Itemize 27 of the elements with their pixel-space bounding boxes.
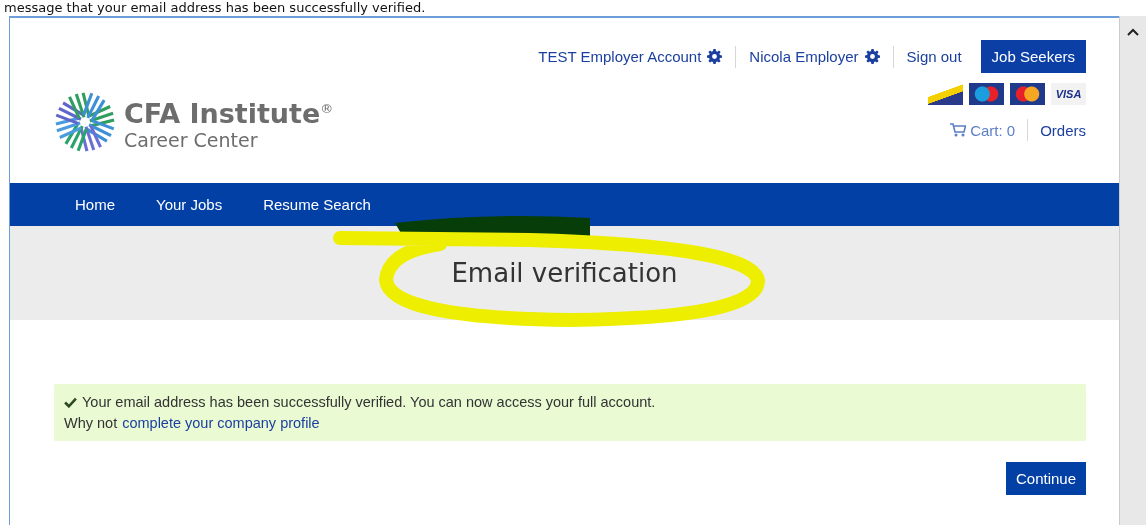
pinwheel-logo-icon (54, 91, 116, 153)
continue-button[interactable]: Continue (1005, 462, 1086, 495)
profile-link[interactable]: complete your company profile (122, 415, 320, 431)
nav-link[interactable]: Home (75, 196, 115, 213)
alert-message: Your email address has been successfully verified. You can now access your full account. (82, 394, 656, 410)
checkmark-icon (64, 396, 77, 408)
job-seekers-button[interactable]: Job Seekers (980, 40, 1086, 73)
nav-link[interactable]: Your Jobs (156, 196, 223, 213)
scroll-up-icon[interactable] (1127, 28, 1139, 36)
logo-title: CFA Institute$^{®}$ (124, 96, 334, 129)
settings-icon (864, 49, 880, 64)
orders-link[interactable]: Orders (1040, 121, 1086, 139)
nav-link[interactable]: Resume Search (263, 196, 371, 213)
account-link[interactable]: Nicola Employer (749, 48, 880, 65)
account-link[interactable]: Sign out (906, 48, 962, 65)
scrollbar[interactable] (1119, 16, 1146, 525)
maestro-card-icon (969, 83, 1004, 105)
mastercard-card-icon (1010, 83, 1045, 105)
cart-icon (950, 123, 967, 137)
settings-icon (707, 49, 723, 64)
alert-prompt: Why not (64, 415, 118, 431)
account-link[interactable]: TEST Employer Account (538, 48, 723, 65)
cart-link[interactable]: Cart: 0 (950, 121, 1016, 139)
page-title: Email verification (451, 258, 678, 288)
visa-card-icon: VISA (1051, 83, 1086, 105)
logo-subtitle: Career Center (124, 128, 259, 151)
caption-text: message that your email address has been successfully verified. (3, 0, 427, 16)
